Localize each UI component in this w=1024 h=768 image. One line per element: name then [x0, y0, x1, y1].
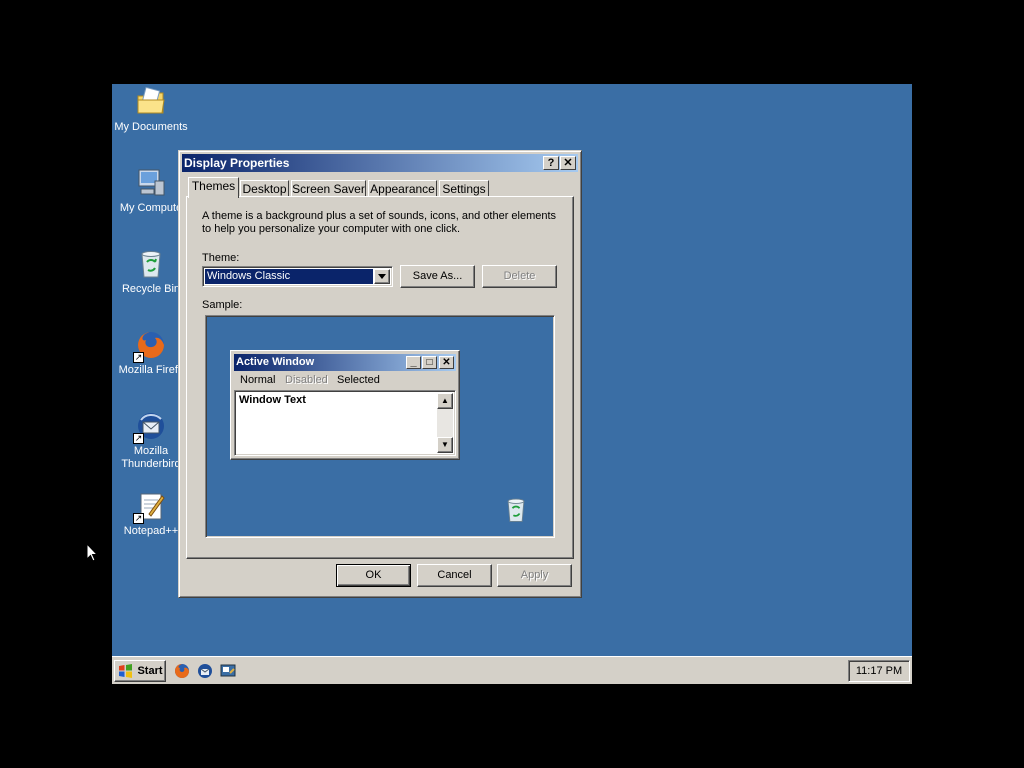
theme-dropdown[interactable]: Windows Classic: [202, 266, 393, 287]
computer-icon: [135, 167, 167, 199]
minimize-icon: _: [406, 356, 421, 369]
sample-window-title: Active Window _ □ ✕: [234, 354, 456, 371]
tab-themes[interactable]: Themes: [188, 177, 239, 198]
theme-dropdown-value: Windows Classic: [205, 269, 373, 284]
themes-panel: A theme is a background plus a set of so…: [186, 196, 574, 559]
theme-description: A theme is a background plus a set of so…: [202, 210, 557, 235]
theme-label: Theme:: [202, 252, 240, 264]
recycle-bin-icon: [502, 496, 530, 524]
recycle-bin-icon: [135, 248, 167, 280]
sample-menu-normal: Normal: [240, 374, 276, 386]
sample-active-window: Active Window _ □ ✕ Normal Disabled Sele…: [230, 350, 460, 460]
scroll-up-icon: ▲: [437, 393, 453, 409]
sample-window-text: Window Text: [239, 394, 306, 406]
system-clock[interactable]: 11:17 PM: [848, 660, 910, 682]
desktop-icon-my-documents[interactable]: My Documents: [113, 86, 189, 134]
ok-button[interactable]: OK: [336, 564, 411, 587]
taskbar: Start 11:17 PM: [112, 656, 912, 684]
firefox-icon[interactable]: [174, 663, 190, 679]
sample-scrollbar: ▲ ▼: [437, 393, 453, 453]
show-desktop-icon[interactable]: [220, 663, 236, 679]
folder-documents-icon: [135, 86, 167, 118]
chevron-down-icon[interactable]: [374, 269, 390, 284]
mouse-cursor-icon: [86, 542, 99, 566]
notepad-icon: ↗: [133, 490, 167, 524]
sample-text-area: Window Text ▲ ▼: [234, 390, 456, 456]
save-as-button[interactable]: Save As...: [400, 265, 475, 288]
theme-sample-preview: Active Window _ □ ✕ Normal Disabled Sele…: [205, 315, 555, 538]
display-properties-dialog: Display Properties ? ✕ Themes Desktop Sc…: [178, 150, 582, 598]
desktop: My Documents My Compute Recycle Bin ↗ Mo…: [112, 84, 912, 684]
maximize-icon: □: [422, 356, 437, 369]
start-button[interactable]: Start: [114, 660, 166, 682]
close-icon: ✕: [439, 356, 454, 369]
firefox-icon: ↗: [133, 329, 167, 363]
sample-menu-disabled: Disabled: [285, 374, 328, 386]
shortcut-arrow-icon: ↗: [133, 352, 144, 363]
delete-button[interactable]: Delete: [482, 265, 557, 288]
shortcut-arrow-icon: ↗: [133, 513, 144, 524]
sample-window-title-text: Active Window: [236, 356, 315, 368]
cancel-button[interactable]: Cancel: [417, 564, 492, 587]
dialog-titlebar[interactable]: Display Properties ? ✕: [182, 154, 578, 172]
desktop-icon-label: My Documents: [114, 121, 188, 133]
thunderbird-icon: ↗: [133, 410, 167, 444]
thunderbird-icon[interactable]: [197, 663, 213, 679]
shortcut-arrow-icon: ↗: [133, 433, 144, 444]
windows-logo-icon: [119, 664, 132, 678]
sample-menu-selected: Selected: [337, 374, 380, 386]
dialog-title: Display Properties: [184, 156, 290, 170]
apply-button[interactable]: Apply: [497, 564, 572, 587]
scroll-down-icon: ▼: [437, 437, 453, 453]
close-button[interactable]: ✕: [560, 156, 576, 170]
sample-label: Sample:: [202, 299, 243, 311]
sample-menu-bar: Normal Disabled Selected: [234, 372, 456, 388]
start-label: Start: [137, 665, 163, 677]
help-button[interactable]: ?: [543, 156, 559, 170]
